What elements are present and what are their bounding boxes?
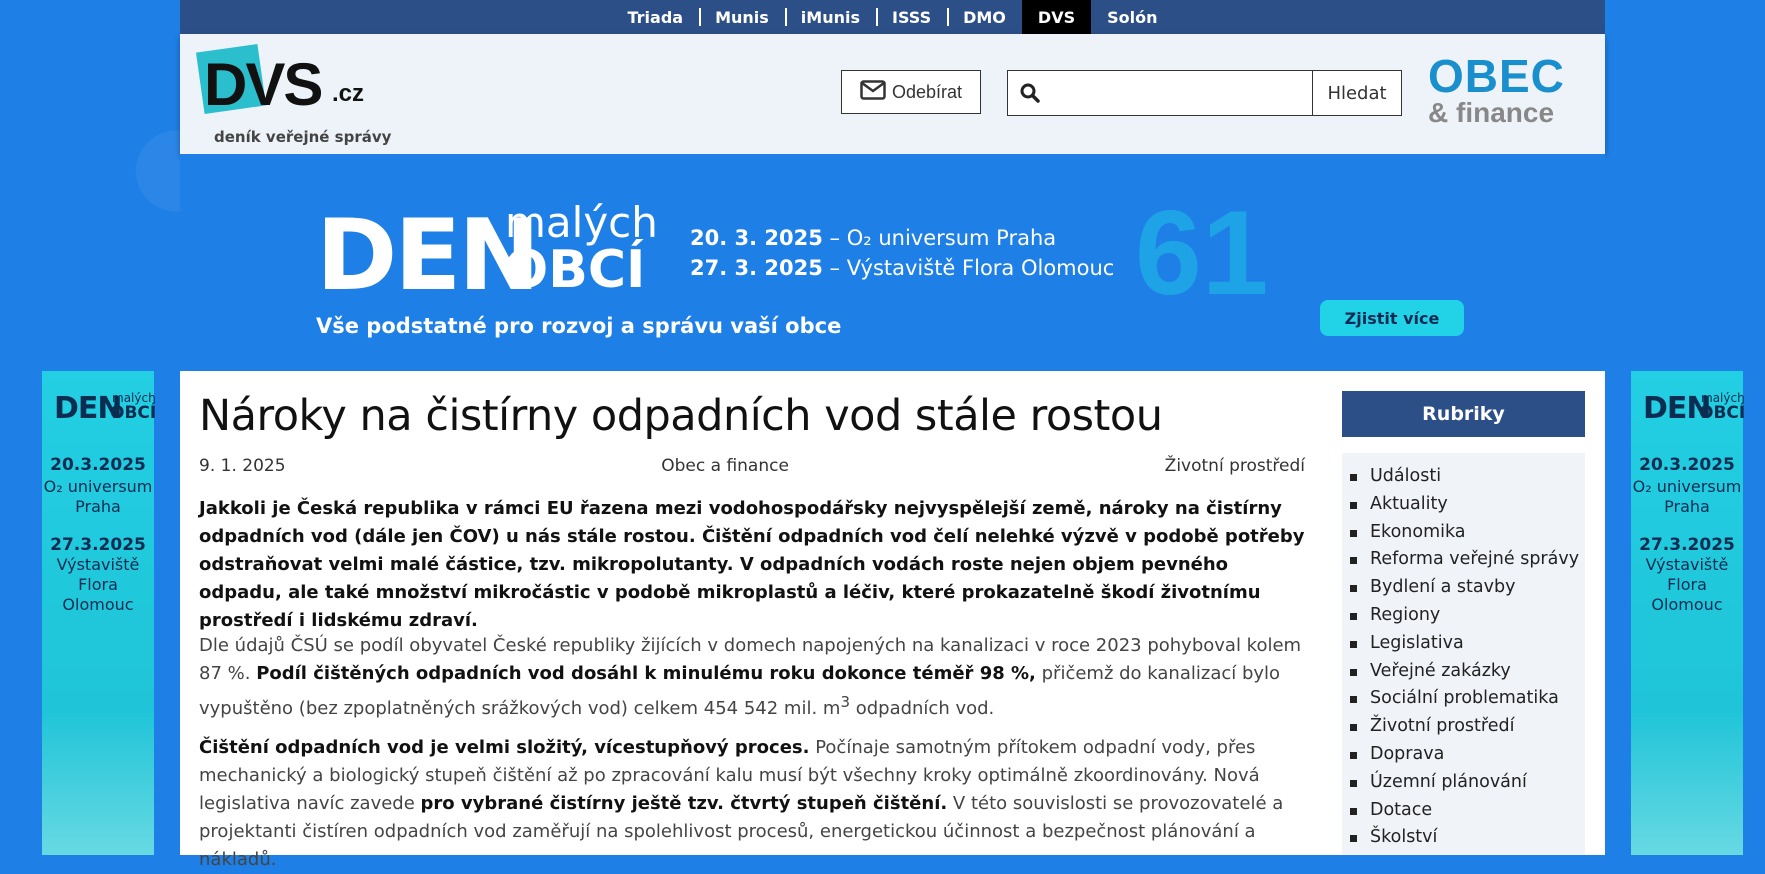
nav-link-solon[interactable]: Solón (1091, 0, 1173, 34)
side-ad-place-2a: Výstaviště (56, 555, 140, 574)
search-icon (1008, 71, 1052, 115)
search-button[interactable]: Hledat (1312, 71, 1401, 115)
rubrika-ekonomika[interactable]: Ekonomika (1350, 519, 1585, 547)
nav-link-dvs[interactable]: DVS (1021, 0, 1092, 34)
search-input[interactable] (1052, 71, 1312, 115)
side-ad-place-2a: Výstaviště (1645, 555, 1729, 574)
side-ad-logo: DEN malých OBCÍ (50, 391, 156, 431)
side-ad-date-2: 27.3.2025 (1639, 535, 1735, 555)
nav-link-isss[interactable]: ISSS (876, 0, 947, 34)
banner-tagline: Vše podstatné pro rozvoj a správu vaší o… (316, 314, 842, 338)
rubrika-udalosti[interactable]: Události (1350, 463, 1585, 491)
article-paragraph-2: Čištění odpadních vod je velmi složitý, … (199, 734, 1309, 874)
rubrika-regiony[interactable]: Regiony (1350, 602, 1585, 630)
nav-link-dmo[interactable]: DMO (947, 0, 1022, 34)
side-ad-right[interactable]: DEN malých OBCÍ 20.3.2025 O₂ universum P… (1631, 371, 1745, 855)
rubrika-doprava[interactable]: Doprava (1350, 741, 1585, 769)
article-meta: 9. 1. 2025 Obec a finance Životní prostř… (199, 456, 1305, 476)
article-title: Nároky na čistírny odpadních vod stále r… (199, 391, 1163, 441)
rubrika-zakazky[interactable]: Veřejné zakázky (1350, 658, 1585, 686)
article-category[interactable]: Životní prostředí (1165, 456, 1305, 476)
logo-suffix: .cz (332, 80, 365, 107)
top-network-nav: Triada Munis iMunis ISSS DMO DVS Solón (180, 0, 1605, 34)
rubrika-reforma[interactable]: Reforma veřejné správy (1350, 546, 1585, 574)
banner-date-line-2: 27. 3. 2025 – Výstaviště Flora Olomouc (690, 256, 1114, 280)
article-paragraph-1: Dle údajů ČSÚ se podíl obyvatel České re… (199, 632, 1309, 723)
nav-link-munis[interactable]: Munis (699, 0, 785, 34)
side-ad-place-1b: Praha (1664, 497, 1710, 516)
article-lead: Jakkoli je Česká republika v rámci EU řa… (199, 498, 1305, 631)
banner-cta-button[interactable]: Zjistit více (1320, 300, 1464, 336)
logo-tagline: deník veřejné správy (214, 128, 392, 146)
side-ad-place-2c: Olomouc (1651, 595, 1723, 614)
rubrika-dotace[interactable]: Dotace (1350, 797, 1585, 825)
p2-bold-a: Čištění odpadních vod je velmi složitý, … (199, 737, 810, 758)
side-ad-place-1b: Praha (75, 497, 121, 516)
p1-bold: Podíl čištěných odpadních vod dosáhl k m… (256, 663, 1036, 684)
side-ad-date-2: 27.3.2025 (50, 535, 146, 555)
partner-logo-line1: OBEC (1428, 50, 1565, 102)
subscribe-label: Odebírat (891, 81, 963, 102)
rubrika-zivotni-prostredi[interactable]: Životní prostředí (1350, 713, 1585, 741)
article-date: 9. 1. 2025 (199, 456, 286, 476)
side-ad-date-1: 20.3.2025 (50, 455, 146, 475)
banner-place-2: – Výstaviště Flora Olomouc (822, 256, 1115, 280)
p2-bold-c: pro vybrané čistírny ještě tzv. čtvrtý s… (420, 793, 948, 814)
rubriky-heading: Rubriky (1342, 391, 1585, 437)
side-ad-logo: DEN malých OBCÍ (1639, 391, 1745, 431)
banner-number: 61 (1135, 186, 1269, 320)
banner-date-line-1: 20. 3. 2025 – O₂ universum Praha (690, 226, 1056, 250)
obec-finance-logo[interactable]: OBEC & finance (1428, 50, 1588, 134)
side-ad-date-1: 20.3.2025 (1639, 455, 1735, 475)
article-source[interactable]: Obec a finance (661, 456, 789, 476)
rubrika-bydleni[interactable]: Bydlení a stavby (1350, 574, 1585, 602)
p1-superscript: 3 (840, 693, 850, 711)
envelope-icon (860, 79, 886, 105)
side-ad-place-1a: O₂ universum (1632, 477, 1742, 496)
logo-main-text: DVS (204, 51, 323, 118)
banner-date-1: 20. 3. 2025 (690, 226, 823, 250)
rubriky-list: Události Aktuality Ekonomika Reforma veř… (1342, 453, 1585, 855)
side-ad-place-2c: Olomouc (62, 595, 134, 614)
rubrika-socialni[interactable]: Sociální problematika (1350, 685, 1585, 713)
side-ad-place-1a: O₂ universum (43, 477, 153, 496)
banner-obci: OBCÍ (504, 240, 646, 300)
side-ad-obci: OBCÍ (1699, 403, 1746, 423)
rubrika-skolstvi[interactable]: Školství (1350, 824, 1585, 852)
rubrika-legislativa[interactable]: Legislativa (1350, 630, 1585, 658)
banner-date-2: 27. 3. 2025 (690, 256, 823, 280)
search-form: Hledat (1007, 70, 1402, 116)
banner-place-1: – O₂ universum Praha (822, 226, 1057, 250)
rubrika-uzemni-planovani[interactable]: Územní plánování (1350, 769, 1585, 797)
subscribe-button[interactable]: Odebírat (841, 70, 981, 114)
site-header: DVS .cz deník veřejné správy Odebírat Hl… (180, 34, 1605, 154)
side-ad-place-2b: Flora (1667, 575, 1707, 594)
rubrika-aktuality[interactable]: Aktuality (1350, 491, 1585, 519)
dvs-logo[interactable]: DVS .cz deník veřejné správy (195, 43, 400, 146)
event-banner[interactable]: DEN malých OBCÍ 20. 3. 2025 – O₂ univers… (180, 154, 1605, 370)
main-content: Nároky na čistírny odpadních vod stále r… (180, 371, 1605, 870)
side-ad-left[interactable]: DEN malých OBCÍ 20.3.2025 O₂ universum P… (42, 371, 156, 855)
side-ad-obci: OBCÍ (110, 403, 157, 423)
nav-link-triada[interactable]: Triada (612, 0, 700, 34)
side-ad-place-2b: Flora (78, 575, 118, 594)
partner-logo-line2: & finance (1428, 97, 1555, 128)
nav-link-imunis[interactable]: iMunis (784, 0, 876, 34)
p1-text-d: odpadních vod. (849, 698, 995, 719)
